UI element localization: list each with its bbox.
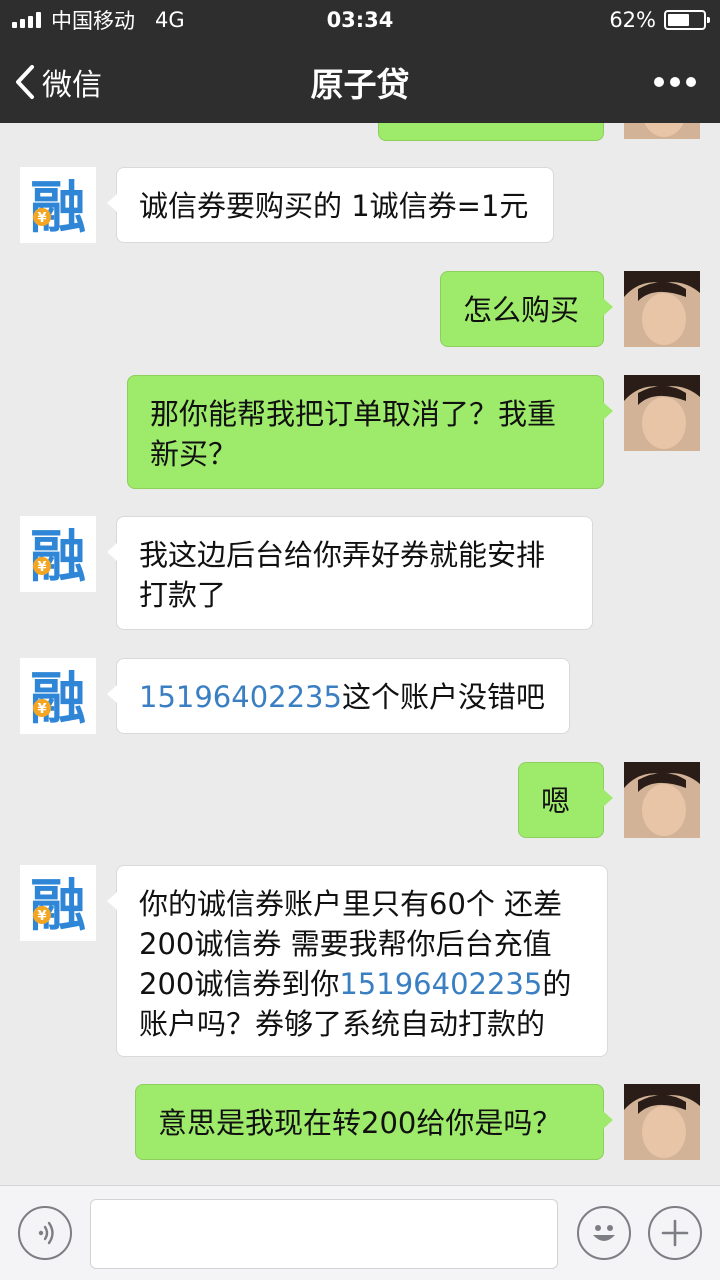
svg-text:¥: ¥	[37, 560, 46, 575]
plus-icon	[661, 1219, 689, 1247]
svg-text:融: 融	[30, 176, 86, 241]
phone-number-link[interactable]: 15196402235	[139, 680, 342, 714]
svg-text:¥: ¥	[37, 211, 46, 226]
message-input[interactable]	[90, 1199, 558, 1269]
message-text-line: 200诚信券 需要我帮你后台充值	[139, 927, 552, 961]
user-face-icon	[624, 123, 700, 139]
svg-text:融: 融	[30, 525, 86, 590]
message-bubble-bot[interactable]: 我这边后台给你弄好券就能安排 打款了	[107, 516, 593, 630]
message-bubble-bot[interactable]: 15196402235这个账户没错吧	[107, 658, 570, 734]
status-bar: 中国移动 4G 03:34 62%	[0, 0, 720, 40]
input-bar	[0, 1185, 720, 1280]
user-avatar[interactable]	[624, 1084, 700, 1160]
bot-avatar[interactable]: 融 ¥	[20, 658, 96, 734]
message-bubble-bot[interactable]: 你的诚信券账户里只有60个 还差 200诚信券 需要我帮你后台充值 200诚信券…	[107, 865, 608, 1057]
bot-avatar[interactable]: 融 ¥	[20, 167, 96, 243]
message-bubble-user[interactable]: 那你能帮我把订单取消了？我重 新买？	[127, 375, 613, 489]
message-text-line: 我这边后台给你弄好券就能安排	[139, 538, 546, 572]
voice-icon	[38, 1221, 54, 1245]
message-text-line: 账户吗？券够了系统自动打款的	[139, 1007, 546, 1041]
rong-logo-icon: 融 ¥	[20, 865, 96, 941]
back-label: 微信	[42, 67, 102, 103]
svg-text:融: 融	[30, 667, 86, 732]
message-bubble-user[interactable]: 嗯	[518, 762, 613, 838]
more-dots-icon	[654, 76, 664, 87]
user-avatar[interactable]	[624, 762, 700, 838]
plus-button[interactable]	[648, 1206, 702, 1260]
bot-avatar[interactable]: 融 ¥	[20, 516, 96, 592]
svg-text:融: 融	[30, 874, 86, 939]
nav-bar: 微信 原子贷	[0, 40, 720, 123]
message-text: 的	[542, 967, 572, 1001]
user-face-icon	[624, 762, 700, 838]
message-text-line: 新买？	[150, 437, 238, 471]
message-text-line: 200诚信券到你15196402235的	[139, 964, 585, 1004]
message-text: 这个账户没错吧	[341, 680, 545, 714]
bot-avatar[interactable]: 融 ¥	[20, 865, 96, 941]
voice-button[interactable]	[18, 1206, 72, 1260]
message-text-line: 那你能帮我把订单取消了？我重	[150, 397, 557, 431]
message-text: 嗯	[541, 784, 571, 818]
message-text-line: 打款了	[139, 578, 227, 612]
user-avatar[interactable]	[624, 375, 700, 451]
message-list[interactable]: 融 ¥ 诚信券要购买的 1诚信券=1元 怎么购买 那你能帮我把订单取消了？我重 …	[0, 123, 720, 1185]
chevron-left-icon	[16, 64, 34, 99]
message-text-line: 你的诚信券账户里只有60个 还差	[139, 887, 563, 921]
message-text: 200诚信券到你	[139, 967, 340, 1001]
message-bubble-user[interactable]: 怎么购买	[440, 271, 613, 347]
message-bubble-bot[interactable]: 诚信券要购买的 1诚信券=1元	[107, 167, 554, 243]
page-title: 原子贷	[310, 64, 410, 104]
phone-number-link[interactable]: 15196402235	[339, 967, 542, 1001]
chat-screen: 中国移动 4G 03:34 62% 微信 原子贷 融 ¥ 诚信券要购买的 1诚信…	[0, 0, 720, 1280]
more-options-button[interactable]	[654, 40, 696, 123]
message-text: 意思是我现在转200给你是吗？	[158, 1106, 562, 1140]
rong-logo-icon: 融 ¥	[20, 658, 96, 734]
battery-percent: 62%	[609, 8, 656, 32]
battery-icon	[664, 10, 710, 30]
user-face-icon	[624, 1084, 700, 1160]
rong-logo-icon: 融 ¥	[20, 167, 96, 243]
svg-text:¥: ¥	[37, 909, 46, 924]
user-avatar[interactable]	[624, 271, 700, 347]
message-bubble-user[interactable]	[378, 123, 604, 141]
svg-text:¥: ¥	[37, 702, 46, 717]
message-text: 怎么购买	[463, 293, 580, 327]
back-button[interactable]: 微信	[14, 40, 102, 123]
user-face-icon	[624, 271, 700, 347]
message-bubble-user[interactable]: 意思是我现在转200给你是吗？	[135, 1084, 613, 1160]
emoji-icon	[593, 1225, 615, 1241]
message-text: 诚信券要购买的 1诚信券=1元	[139, 189, 529, 223]
status-right: 62%	[609, 0, 710, 40]
user-face-icon	[624, 375, 700, 451]
emoji-button[interactable]	[577, 1206, 631, 1260]
rong-logo-icon: 融 ¥	[20, 516, 96, 592]
user-avatar[interactable]	[624, 123, 700, 139]
